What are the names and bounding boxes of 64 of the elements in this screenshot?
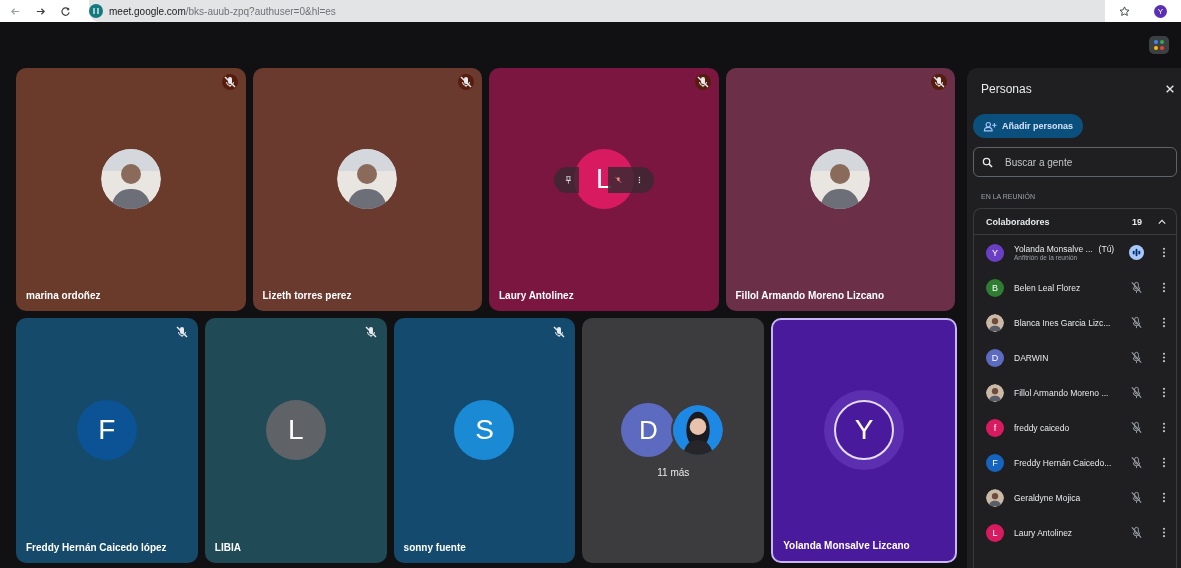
search-field[interactable]: Buscar a gente	[973, 147, 1177, 177]
apps-icon[interactable]	[1149, 36, 1169, 54]
reload-icon[interactable]	[60, 5, 71, 17]
participant-name: Freddy Hernán Caicedo...	[1014, 457, 1112, 468]
avatar: L	[265, 400, 326, 460]
search-icon	[982, 156, 993, 168]
participant-name: LIBIA	[213, 542, 242, 555]
panel-title: Personas	[981, 82, 1032, 96]
url-path: /bks-auub-zpq?authuser=0&hl=es	[185, 5, 336, 17]
profile-avatar[interactable]: Y	[1154, 4, 1167, 18]
add-people-button[interactable]: Añadir personas	[973, 114, 1084, 138]
avatar: L	[986, 523, 1004, 542]
video-tile[interactable]: S sonny fuente	[393, 318, 576, 563]
more-icon[interactable]	[1162, 422, 1166, 433]
participant-name: Geraldyne Mojica	[1014, 492, 1081, 503]
more-icon[interactable]	[1162, 387, 1166, 398]
chevron-icon	[1158, 218, 1166, 225]
group-label: Colaboradores	[986, 216, 1051, 227]
participant-name: Lizeth torres perez	[261, 290, 353, 303]
avatar: F	[76, 400, 137, 460]
url-host: meet.google.com	[109, 5, 186, 17]
search-input[interactable]: Buscar a gente	[1003, 155, 1157, 169]
more-icon[interactable]	[1162, 247, 1166, 258]
participant-name: Freddy Hernán Caicedo lópez	[25, 542, 168, 555]
video-tile[interactable]: Y Yolanda Monsalve Lizcano	[771, 318, 957, 563]
star-icon[interactable]	[1119, 5, 1130, 17]
avatar: F	[986, 453, 1004, 472]
participant-name: Fillol Armando Moreno Lizcano	[734, 290, 886, 303]
more-icon[interactable]	[1162, 282, 1166, 293]
avatar: f	[986, 418, 1004, 437]
avatar: Y	[986, 243, 1004, 262]
you-label: (Tú)	[1098, 244, 1115, 254]
participant-name: marina ordoñez	[25, 290, 102, 303]
participant-name: Yolanda Monsalve Lizcano	[782, 540, 911, 553]
participant-name: Laury Antolinez	[498, 290, 575, 303]
participant-name: sonny fuente	[402, 542, 467, 555]
add-person-icon	[983, 120, 997, 132]
avatar: D	[986, 348, 1004, 367]
more-participants-label: 11 más	[657, 467, 690, 478]
participant-name: Fillol Armando Moreno ...	[1014, 387, 1109, 398]
participant-name: freddy caicedo	[1014, 422, 1070, 433]
participant-count: 19	[1132, 216, 1142, 227]
close-icon[interactable]	[1165, 84, 1175, 94]
more-icon[interactable]	[1162, 492, 1166, 503]
more-icon[interactable]	[1162, 457, 1166, 468]
avatar: Y	[834, 400, 895, 460]
group-header[interactable]: Colaboradores 19	[974, 209, 1176, 235]
more-icon[interactable]	[1162, 527, 1166, 538]
participant-name: Laury Antolinez	[1014, 527, 1073, 538]
participant-name: Blanca Ines Garcia Lizc...	[1014, 317, 1111, 328]
avatar: S	[454, 400, 515, 460]
participant-name: DARWIN	[1014, 352, 1049, 363]
video-tile[interactable]: Fillol Armando Moreno Lizcano	[725, 68, 955, 311]
video-tile[interactable]: F Freddy Hernán Caicedo lópez	[16, 318, 198, 563]
participant-name: Yolanda Monsalve ...	[1014, 244, 1093, 254]
avatar: B	[986, 278, 1004, 297]
video-tile[interactable]: D 11 más	[582, 318, 765, 563]
video-tile[interactable]: L LIBIA	[204, 318, 387, 563]
video-tile[interactable]: marina ordoñez	[16, 68, 246, 311]
pin-icon[interactable]	[553, 167, 579, 193]
participant-name: Belen Leal Florez	[1014, 282, 1081, 293]
video-tile[interactable]: Lizeth torres perez	[252, 68, 482, 311]
more-icon[interactable]	[1162, 317, 1166, 328]
more-icon[interactable]	[1162, 352, 1166, 363]
